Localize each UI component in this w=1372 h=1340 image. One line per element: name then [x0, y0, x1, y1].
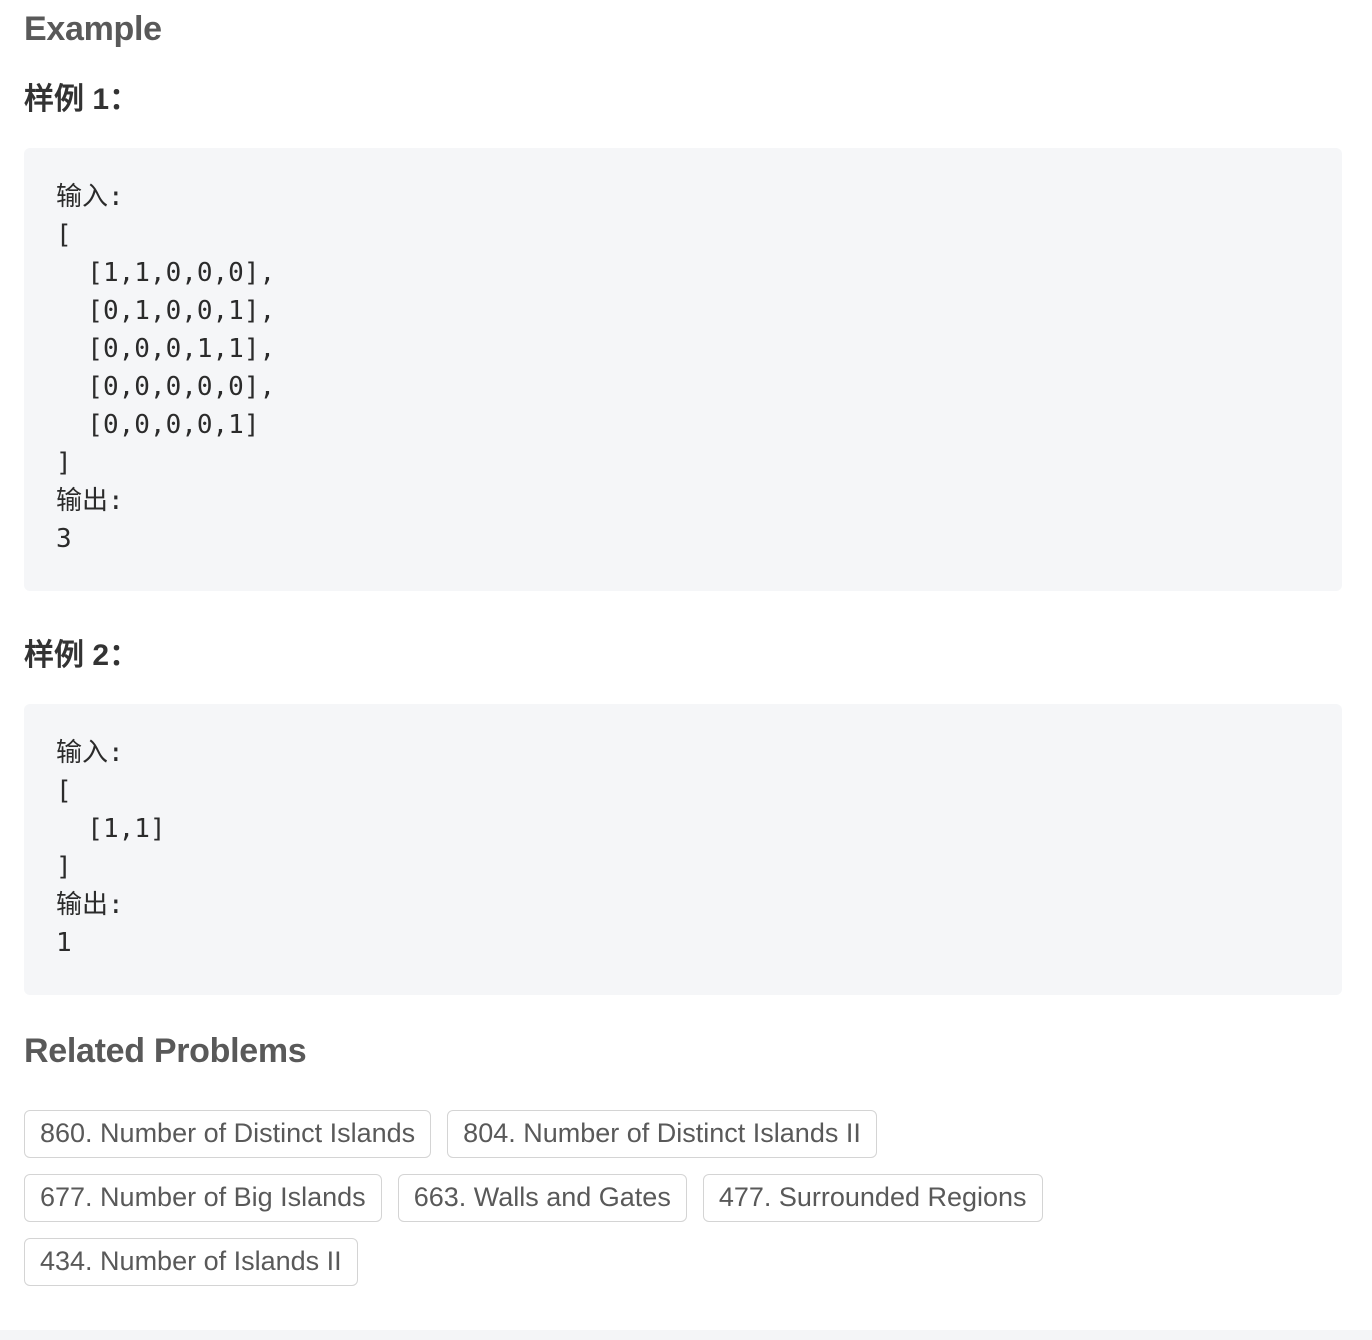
related-problem-tag[interactable]: 677. Number of Big Islands [24, 1174, 382, 1222]
related-problems-heading: Related Problems [24, 1032, 307, 1070]
example-1-code-block: 输入: [ [1,1,0,0,0], [0,1,0,0,1], [0,0,0,1… [24, 148, 1342, 591]
related-problem-tag[interactable]: 434. Number of Islands II [24, 1238, 358, 1286]
related-problems-row: 677. Number of Big Islands 663. Walls an… [24, 1174, 1043, 1222]
related-problem-tag[interactable]: 477. Surrounded Regions [702, 1174, 1043, 1222]
related-problem-tag[interactable]: 860. Number of Distinct Islands [24, 1110, 432, 1158]
example-1-label: 样例 1： [24, 83, 140, 116]
related-problem-tag[interactable]: 804. Number of Distinct Islands II [447, 1110, 877, 1158]
related-problems-row: 434. Number of Islands II [24, 1238, 358, 1286]
related-problem-tag[interactable]: 663. Walls and Gates [397, 1174, 687, 1222]
example-2-label: 样例 2： [24, 639, 140, 672]
related-problems-row: 860. Number of Distinct Islands 804. Num… [24, 1110, 877, 1158]
example-heading: Example [24, 10, 162, 48]
example-2-code-block: 输入: [ [1,1] ] 输出: 1 [24, 704, 1342, 995]
example-2-code: 输入: [ [1,1] ] 输出: 1 [56, 738, 166, 958]
example-1-code: 输入: [ [1,1,0,0,0], [0,1,0,0,1], [0,0,0,1… [56, 182, 276, 554]
footer-divider [0, 1330, 1372, 1340]
